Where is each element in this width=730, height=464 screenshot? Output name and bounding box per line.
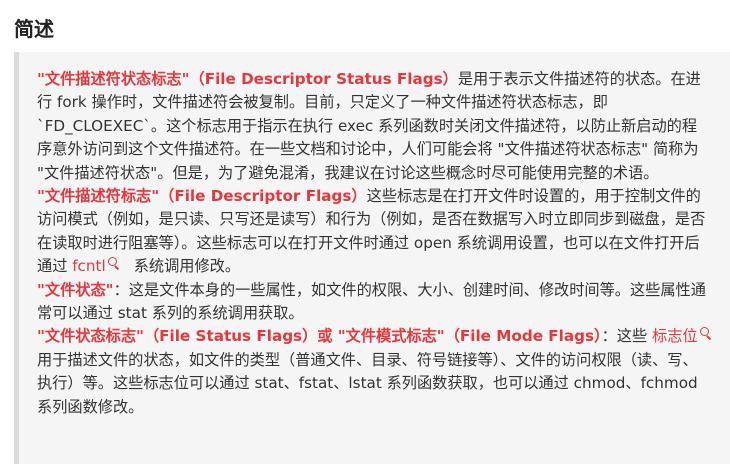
- desc-file-status: ：这是文件本身的一些属性，如文件的权限、大小、创建时间、修改时间等。这些属性通常…: [37, 280, 706, 323]
- term-file-status: "文件状态": [37, 280, 114, 299]
- paragraph-file-status-flags: "文件状态标志"（File Status Flags）或 "文件模式标志"（Fi…: [37, 325, 712, 419]
- desc-file-status-flags: ：这些: [601, 327, 652, 346]
- term-file-status-flags: "文件状态标志"（File Status Flags）或 "文件模式标志"（Fi…: [37, 327, 602, 346]
- flag-bits-link[interactable]: 标志位: [652, 327, 698, 345]
- term-fd-status-flags: "文件描述符状态标志"（File Descriptor Status Flags…: [37, 70, 458, 88]
- desc-file-status-flags-after: 用于描述文件的状态，如文件的类型（普通文件、目录、符号链接等）、文件的访问权限（…: [37, 350, 698, 416]
- paragraph-fd-flags: "文件描述符标志"（File Descriptor Flags）这些标志是在打开…: [37, 185, 712, 279]
- search-icon[interactable]: [699, 327, 712, 340]
- paragraph-fd-status-flags: "文件描述符状态标志"（File Descriptor Status Flags…: [37, 68, 712, 185]
- section-heading: 简述: [14, 17, 54, 41]
- blockquote: "文件描述符状态标志"（File Descriptor Status Flags…: [14, 52, 730, 464]
- paragraph-file-status: "文件状态"：这是文件本身的一些属性，如文件的权限、大小、创建时间、修改时间等。…: [37, 279, 712, 326]
- term-fd-flags: "文件描述符标志"（File Descriptor Flags）: [37, 187, 367, 206]
- search-icon[interactable]: [107, 257, 120, 270]
- fcntl-link[interactable]: fcntl: [72, 257, 106, 275]
- desc-fd-flags-after: 系统调用修改。: [133, 257, 241, 276]
